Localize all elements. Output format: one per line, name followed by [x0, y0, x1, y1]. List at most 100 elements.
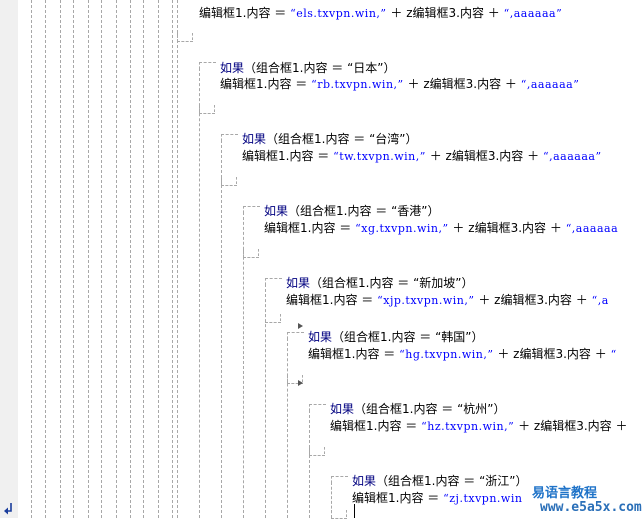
string-literal: “xjp.txvpn.win,” — [377, 294, 475, 307]
block-guide-line — [309, 410, 310, 518]
plus-operator: ＋ — [429, 149, 442, 163]
target-field: 编辑框1.内容 — [330, 419, 402, 433]
keyword-if: 如果 — [264, 204, 289, 218]
string-literal: “xg.txvpn.win,” — [355, 222, 449, 235]
branch-arrow-icon — [298, 323, 303, 329]
plus-operator: ＋ — [452, 221, 465, 235]
plus-operator: ＋ — [487, 6, 500, 20]
string-literal: “rb.txvpn.win,” — [311, 78, 404, 91]
indent-guide-line — [45, 0, 46, 518]
assignment-line[interactable]: 编辑框1.内容 ＝ “els.txvpn.win,” ＋ z编辑框3.内容 ＋ … — [199, 6, 562, 21]
block-tick — [192, 33, 193, 40]
block-elbow — [309, 447, 325, 456]
indent-guide-line — [31, 0, 32, 518]
block-tick — [346, 510, 347, 517]
condition-text: （组合框1.内容 ＝ “香港”） — [288, 204, 440, 218]
if-statement-line[interactable]: 如果（组合框1.内容 ＝ “韩国”） — [308, 330, 484, 344]
assignment-line[interactable]: 编辑框1.内容 ＝ “xjp.txvpn.win,” ＋ z编辑框3.内容 ＋ … — [286, 293, 609, 308]
source-field: z编辑框3.内容 — [468, 221, 547, 235]
assign-operator: ＝ — [274, 6, 287, 20]
string-literal-tail: “,a — [591, 294, 609, 307]
source-field: z编辑框3.内容 — [445, 149, 524, 163]
assign-operator: ＝ — [405, 419, 418, 433]
condition-text: （组合框1.内容 ＝ “浙江”） — [376, 474, 528, 488]
plus-operator: ＋ — [407, 77, 420, 91]
plus-operator: ＋ — [504, 77, 517, 91]
plus-operator: ＋ — [575, 293, 588, 307]
block-guide-line — [287, 338, 288, 518]
plus-operator: ＋ — [390, 6, 403, 20]
step-arrow-icon[interactable] — [4, 503, 14, 515]
target-field: 编辑框1.内容 — [352, 491, 424, 505]
assignment-line[interactable]: 编辑框1.内容 ＝ “hg.txvpn.win,” ＋ z编辑框3.内容 ＋ “ — [308, 347, 617, 362]
indent-guide-line — [60, 0, 61, 518]
branch-connector — [243, 206, 260, 213]
string-literal-tail: “,aaaaaa — [565, 222, 619, 235]
branch-arrow-icon — [298, 380, 303, 386]
block-elbow — [199, 105, 215, 114]
block-guide-line — [221, 140, 222, 518]
if-statement-line[interactable]: 如果（组合框1.内容 ＝ “新加坡”） — [286, 276, 474, 290]
watermark-logo: 易语言教程 — [532, 486, 598, 501]
plus-operator: ＋ — [497, 347, 510, 361]
string-literal: “hz.txvpn.win,” — [421, 420, 515, 433]
plus-operator: ＋ — [518, 419, 531, 433]
string-literal-tail: “,aaaaaa” — [503, 7, 563, 20]
branch-connector — [199, 62, 216, 69]
block-tick — [236, 177, 237, 184]
assignment-line[interactable]: 编辑框1.内容 ＝ “tw.txvpn.win,” ＋ z编辑框3.内容 ＋ “… — [242, 149, 602, 164]
if-statement-line[interactable]: 如果（组合框1.内容 ＝ “香港”） — [264, 204, 440, 218]
block-tick — [214, 105, 215, 112]
indent-guide-line — [101, 0, 102, 518]
block-guide-line — [199, 68, 200, 518]
if-statement-line[interactable]: 如果（组合框1.内容 ＝ “日本”） — [220, 61, 396, 75]
plus-operator: ＋ — [478, 293, 491, 307]
block-elbow — [221, 177, 237, 186]
keyword-if: 如果 — [286, 276, 311, 290]
indent-guide-line — [172, 0, 173, 518]
if-statement-line[interactable]: 如果（组合框1.内容 ＝ “台湾”） — [242, 132, 418, 146]
if-statement-line[interactable]: 如果（组合框1.内容 ＝ “浙江”） — [352, 474, 528, 488]
indent-guide-line — [143, 0, 144, 518]
string-literal: “els.txvpn.win,” — [290, 7, 387, 20]
condition-text: （组合框1.内容 ＝ “新加坡”） — [310, 276, 474, 290]
keyword-if: 如果 — [220, 61, 245, 75]
assign-operator: ＝ — [361, 293, 374, 307]
string-literal: “zj.txvpn.win — [443, 492, 523, 505]
keyword-if: 如果 — [308, 330, 333, 344]
assignment-line[interactable]: 编辑框1.内容 ＝ “rb.txvpn.win,” ＋ z编辑框3.内容 ＋ “… — [220, 77, 579, 92]
block-elbow — [265, 314, 281, 323]
indent-guide-line — [130, 0, 131, 518]
assignment-line[interactable]: 编辑框1.内容 ＝ “hz.txvpn.win,” ＋ z编辑框3.内容 ＋ — [330, 419, 628, 434]
plus-operator: ＋ — [549, 221, 562, 235]
source-field: z编辑框3.内容 — [423, 77, 502, 91]
if-statement-line[interactable]: 如果（组合框1.内容 ＝ “杭州”） — [330, 402, 506, 416]
indent-guide-line — [158, 0, 159, 518]
target-field: 编辑框1.内容 — [286, 293, 358, 307]
string-literal: “tw.txvpn.win,” — [333, 150, 426, 163]
assign-operator: ＝ — [383, 347, 396, 361]
string-literal-tail: “,aaaaaa” — [520, 78, 580, 91]
indent-guide-line — [88, 0, 89, 518]
indent-guide-line — [73, 0, 74, 518]
plus-operator: ＋ — [594, 347, 607, 361]
source-field: z编辑框3.内容 — [406, 6, 484, 20]
keyword-if: 如果 — [242, 132, 267, 146]
branch-connector — [309, 404, 326, 411]
assignment-line[interactable]: 编辑框1.内容 ＝ “xg.txvpn.win,” ＋ z编辑框3.内容 ＋ “… — [264, 221, 618, 236]
block-elbow — [177, 33, 193, 42]
plus-operator: ＋ — [615, 419, 628, 433]
editor-gutter — [0, 0, 18, 518]
target-field: 编辑框1.内容 — [308, 347, 380, 361]
assign-operator: ＝ — [339, 221, 352, 235]
target-field: 编辑框1.内容 — [220, 77, 292, 91]
keyword-if: 如果 — [352, 474, 377, 488]
assign-operator: ＝ — [295, 77, 308, 91]
string-literal: “hg.txvpn.win,” — [399, 348, 494, 361]
block-tick — [324, 447, 325, 454]
text-caret — [354, 504, 355, 518]
branch-connector — [221, 134, 238, 141]
assignment-line[interactable]: 编辑框1.内容 ＝ “zj.txvpn.win — [352, 491, 522, 506]
target-field: 编辑框1.内容 — [264, 221, 336, 235]
assign-operator: ＝ — [427, 491, 440, 505]
